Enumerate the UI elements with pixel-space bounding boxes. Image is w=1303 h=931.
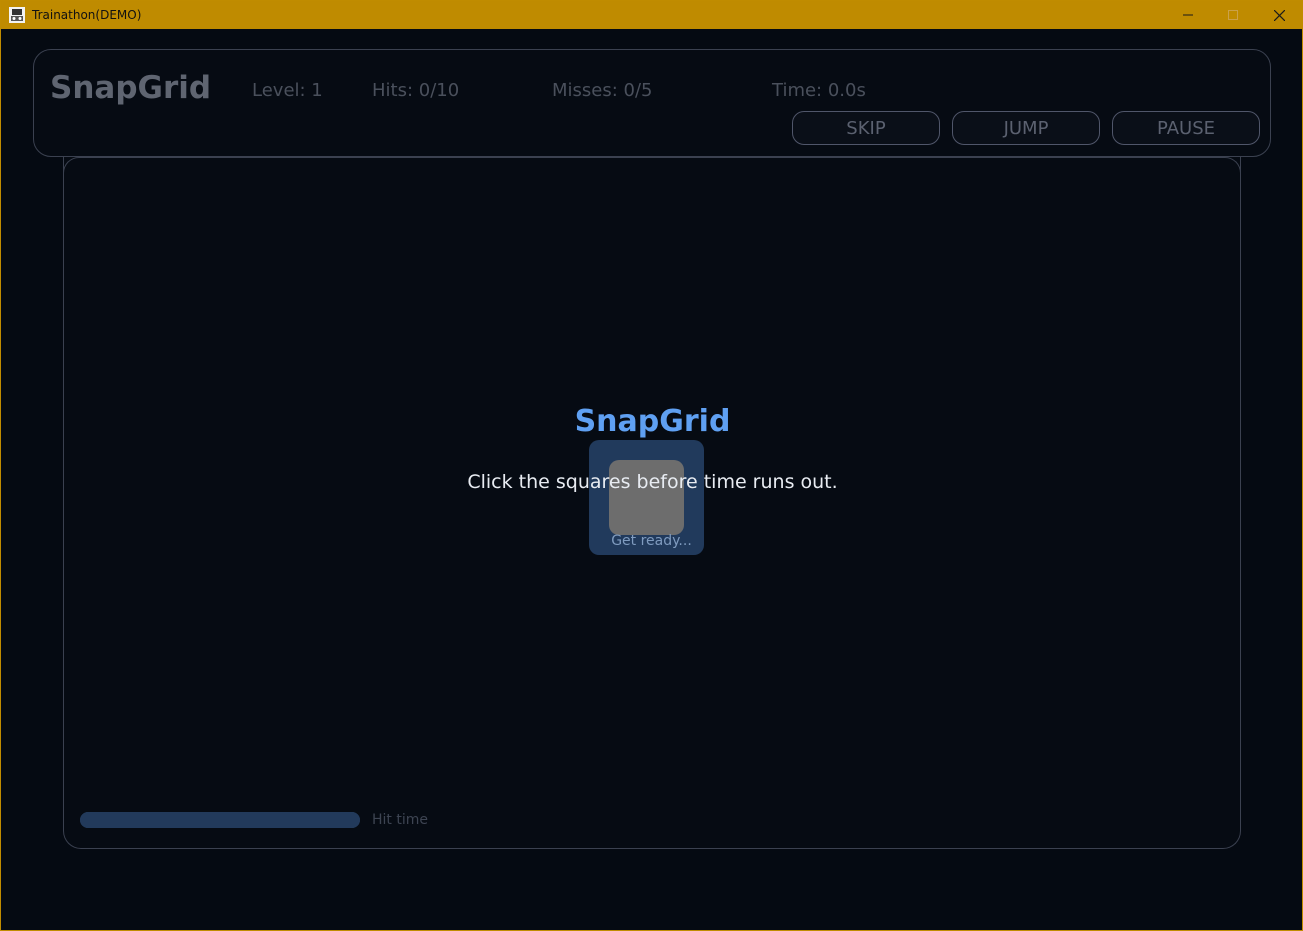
misses-stat: Misses: 0/5 <box>552 80 653 101</box>
intro-title: SnapGrid <box>574 404 731 439</box>
window-title: Trainathon(DEMO) <box>32 8 142 22</box>
minimize-icon <box>1183 10 1193 20</box>
title-bar[interactable]: Trainathon(DEMO) <box>1 1 1302 29</box>
app-icon <box>9 7 25 23</box>
intro-instructions: Click the squares before time runs out. <box>467 471 838 493</box>
app-window: Trainathon(DEMO) SnapGrid Level: 1 Hits:… <box>0 0 1303 931</box>
game-title: SnapGrid <box>50 70 212 106</box>
hit-time-fill <box>80 812 360 828</box>
ready-status: Get ready... <box>611 533 692 549</box>
header-panel: SnapGrid Level: 1 Hits: 0/10 Misses: 0/5… <box>33 49 1271 157</box>
minimize-button[interactable] <box>1165 1 1211 29</box>
skip-button[interactable]: SKIP <box>792 111 940 145</box>
maximize-button[interactable] <box>1210 1 1256 29</box>
close-icon <box>1273 9 1285 21</box>
level-stat: Level: 1 <box>252 80 323 101</box>
pause-button[interactable]: PAUSE <box>1112 111 1260 145</box>
game-board-top-border <box>63 157 1241 173</box>
hit-time-label: Hit time <box>372 812 428 828</box>
time-stat: Time: 0.0s <box>772 80 866 101</box>
hit-time-bar <box>80 812 360 828</box>
maximize-icon <box>1228 10 1238 20</box>
jump-button[interactable]: JUMP <box>952 111 1100 145</box>
hits-stat: Hits: 0/10 <box>372 80 460 101</box>
close-button[interactable] <box>1256 1 1302 29</box>
